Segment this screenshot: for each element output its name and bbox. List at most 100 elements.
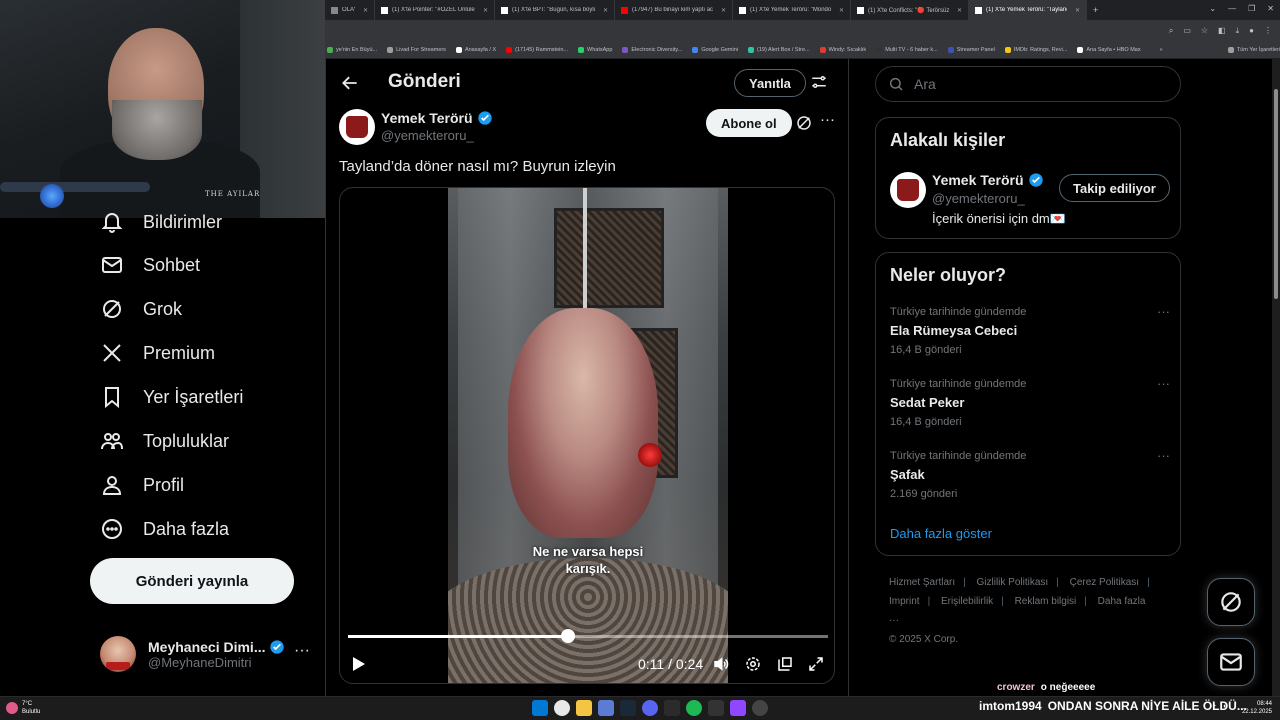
related-name-row[interactable]: Yemek Terörü bbox=[932, 172, 1044, 188]
nav-item-bookmarks[interactable]: Yer İşaretleri bbox=[100, 385, 243, 409]
back-arrow-icon[interactable] bbox=[340, 73, 360, 93]
app-icon[interactable] bbox=[752, 700, 768, 716]
trend-item[interactable]: Türkiye tarihinde gündemde Sedat Peker 1… bbox=[890, 376, 1170, 428]
messages-fab-button[interactable] bbox=[1207, 638, 1255, 686]
bookmark-item[interactable]: Anasayfa / X bbox=[455, 46, 496, 53]
bookmark-item[interactable]: IMDb: Ratings, Revi... bbox=[1004, 46, 1067, 53]
footer-link[interactable]: Çerez Politikası bbox=[1070, 577, 1139, 588]
twitch-icon[interactable] bbox=[730, 700, 746, 716]
tab-close-icon[interactable]: ✕ bbox=[721, 7, 726, 14]
bookmark-item[interactable]: Google Gemini bbox=[692, 46, 738, 53]
more-icon[interactable]: ··· bbox=[294, 642, 310, 660]
tab-close-icon[interactable]: ✕ bbox=[603, 7, 608, 14]
video-player[interactable]: Ne ne varsa hepsi karışık. 0:11 / 0:24 bbox=[339, 187, 835, 684]
following-button[interactable]: Takip ediliyor bbox=[1059, 174, 1170, 202]
tab-search-icon[interactable]: ⌄ bbox=[1209, 4, 1216, 13]
nav-item-premium[interactable]: Premium bbox=[100, 341, 215, 365]
footer-link[interactable]: Gizlilik Politikası bbox=[977, 577, 1049, 588]
more-icon[interactable]: ··· bbox=[820, 111, 835, 128]
nav-item-profile[interactable]: Profil bbox=[100, 473, 184, 497]
chrome-icon[interactable] bbox=[554, 700, 570, 716]
close-window-icon[interactable]: ✕ bbox=[1267, 4, 1274, 13]
start-icon[interactable] bbox=[532, 700, 548, 716]
tab-close-icon[interactable]: ✕ bbox=[839, 7, 844, 14]
minimize-icon[interactable]: — bbox=[1228, 4, 1236, 13]
show-more-link[interactable]: Daha fazla göster bbox=[890, 526, 992, 541]
author-handle[interactable]: @yemekteroru_ bbox=[381, 128, 474, 143]
weather-widget[interactable]: 7°C Bulutlu bbox=[6, 700, 40, 716]
more-icon[interactable]: ··· bbox=[1157, 448, 1170, 463]
progress-handle[interactable] bbox=[560, 629, 575, 643]
volume-icon[interactable] bbox=[712, 655, 730, 673]
sliders-icon[interactable] bbox=[810, 73, 828, 91]
account-switcher[interactable]: Meyhaneci Dimi... @MeyhaneDimitri ··· bbox=[100, 636, 310, 672]
play-icon[interactable] bbox=[352, 656, 366, 672]
reply-button[interactable]: Yanıtla bbox=[734, 69, 806, 97]
picture-in-picture-icon[interactable] bbox=[776, 655, 794, 673]
star-icon[interactable]: ☆ bbox=[1201, 26, 1208, 35]
bookmark-item[interactable]: Ana Sayfa • HBO Max bbox=[1077, 46, 1141, 53]
bookmark-item[interactable]: Tüm Yer İşaretleri bbox=[1227, 46, 1280, 53]
footer-link[interactable]: Reklam bilgisi bbox=[1015, 596, 1077, 607]
page-scrollbar[interactable] bbox=[1272, 59, 1280, 696]
browser-menu-icon[interactable]: ⋮ bbox=[1264, 26, 1272, 35]
footer-link[interactable]: Hizmet Şartları bbox=[889, 577, 955, 588]
bookmark-item[interactable]: Streamer Panel bbox=[947, 46, 995, 53]
browser-tab[interactable]: (1) X'te Conflicts: "🔴 Terörsüz T ✕ bbox=[851, 0, 969, 20]
cast-icon[interactable]: ▭ bbox=[1183, 26, 1191, 35]
steam-icon[interactable] bbox=[620, 700, 636, 716]
maximize-icon[interactable]: ❐ bbox=[1248, 4, 1255, 13]
post-button[interactable]: Gönderi yayınla bbox=[90, 558, 294, 604]
bookmark-item[interactable]: (19) Alert Box / Stre... bbox=[748, 46, 810, 53]
spotify-icon[interactable] bbox=[686, 700, 702, 716]
tab-close-icon[interactable]: ✕ bbox=[957, 7, 962, 14]
browser-tab[interactable]: (17947) Bu binayı kim yaptı acaba ✕ bbox=[615, 0, 733, 20]
trend-item[interactable]: Türkiye tarihinde gündemde Ela Rümeysa C… bbox=[890, 304, 1170, 356]
bookmark-item[interactable]: Electronic Diversity... bbox=[622, 46, 682, 53]
fullscreen-icon[interactable] bbox=[807, 655, 825, 673]
bookmark-item[interactable]: Multi TV - 6 haber k... bbox=[876, 46, 938, 53]
more-icon[interactable]: ··· bbox=[1157, 376, 1170, 391]
address-bar[interactable]: ⌕ ▭ ☆ ◧ ⤓ ● ⋮ bbox=[325, 20, 1280, 41]
file-explorer-icon[interactable] bbox=[576, 700, 592, 716]
bookmark-item[interactable]: (17145) Rammstein... bbox=[506, 46, 568, 53]
bookmark-item[interactable]: Windy: Sıcaklık bbox=[819, 46, 866, 53]
author-name-row[interactable]: Yemek Terörü bbox=[381, 110, 493, 126]
tab-close-icon[interactable]: ✕ bbox=[483, 7, 488, 14]
browser-tab[interactable]: (1) X'te Yemek Terörü: "Mondo ✕ bbox=[733, 0, 851, 20]
settings-gear-icon[interactable] bbox=[744, 655, 762, 673]
related-handle[interactable]: @yemekteroru_ bbox=[932, 191, 1025, 206]
nav-item-grok[interactable]: Grok bbox=[100, 297, 182, 321]
footer-link[interactable]: Imprint bbox=[889, 596, 920, 607]
search-input[interactable]: Ara bbox=[875, 66, 1181, 102]
browser-tab[interactable]: (1) X'te BPT: "Bugün, kısa boylu ✕ bbox=[495, 0, 615, 20]
grok-icon[interactable] bbox=[795, 114, 813, 132]
tab-close-icon[interactable]: ✕ bbox=[1075, 7, 1080, 14]
browser-tab[interactable]: (1) X'te Pointer: "#ÖZEL Ünlüler ✕ bbox=[375, 0, 495, 20]
bookmark-item[interactable]: WhatsApp bbox=[578, 46, 612, 53]
more-icon[interactable]: ··· bbox=[1157, 304, 1170, 319]
nav-item-communities[interactable]: Topluluklar bbox=[100, 429, 229, 453]
bookmark-item[interactable]: ye'nin En Büyü... bbox=[327, 46, 377, 53]
download-icon[interactable]: ⤓ bbox=[1236, 26, 1240, 36]
nav-item-chat[interactable]: Sohbet bbox=[100, 253, 200, 277]
obs-icon[interactable] bbox=[598, 700, 614, 716]
tab-close-icon[interactable]: ✕ bbox=[363, 7, 368, 14]
new-tab-button[interactable]: + bbox=[1087, 5, 1104, 15]
epic-games-icon[interactable] bbox=[708, 700, 724, 716]
bookmark-item[interactable]: Livad For Streamers bbox=[387, 46, 446, 53]
browser-tab[interactable]: OLAY ✕ bbox=[325, 0, 375, 20]
discord-icon[interactable] bbox=[642, 700, 658, 716]
avatar[interactable] bbox=[890, 172, 926, 208]
browser-tab[interactable]: (1) X'te Yemek Terörü: "Tayland ✕ bbox=[969, 0, 1087, 20]
video-frame[interactable] bbox=[448, 188, 728, 683]
trend-item[interactable]: Türkiye tarihinde gündemde Şafak 2.169 g… bbox=[890, 448, 1170, 500]
grok-fab-button[interactable] bbox=[1207, 578, 1255, 626]
zoom-icon[interactable]: ⌕ bbox=[1169, 26, 1173, 36]
bookmark-item[interactable]: » bbox=[1150, 46, 1163, 53]
author-avatar[interactable] bbox=[339, 109, 375, 145]
scrollbar-thumb[interactable] bbox=[1274, 89, 1278, 299]
nav-item-more[interactable]: Daha fazla bbox=[100, 517, 229, 541]
app-icon[interactable] bbox=[664, 700, 680, 716]
subscribe-button[interactable]: Abone ol bbox=[706, 109, 792, 137]
